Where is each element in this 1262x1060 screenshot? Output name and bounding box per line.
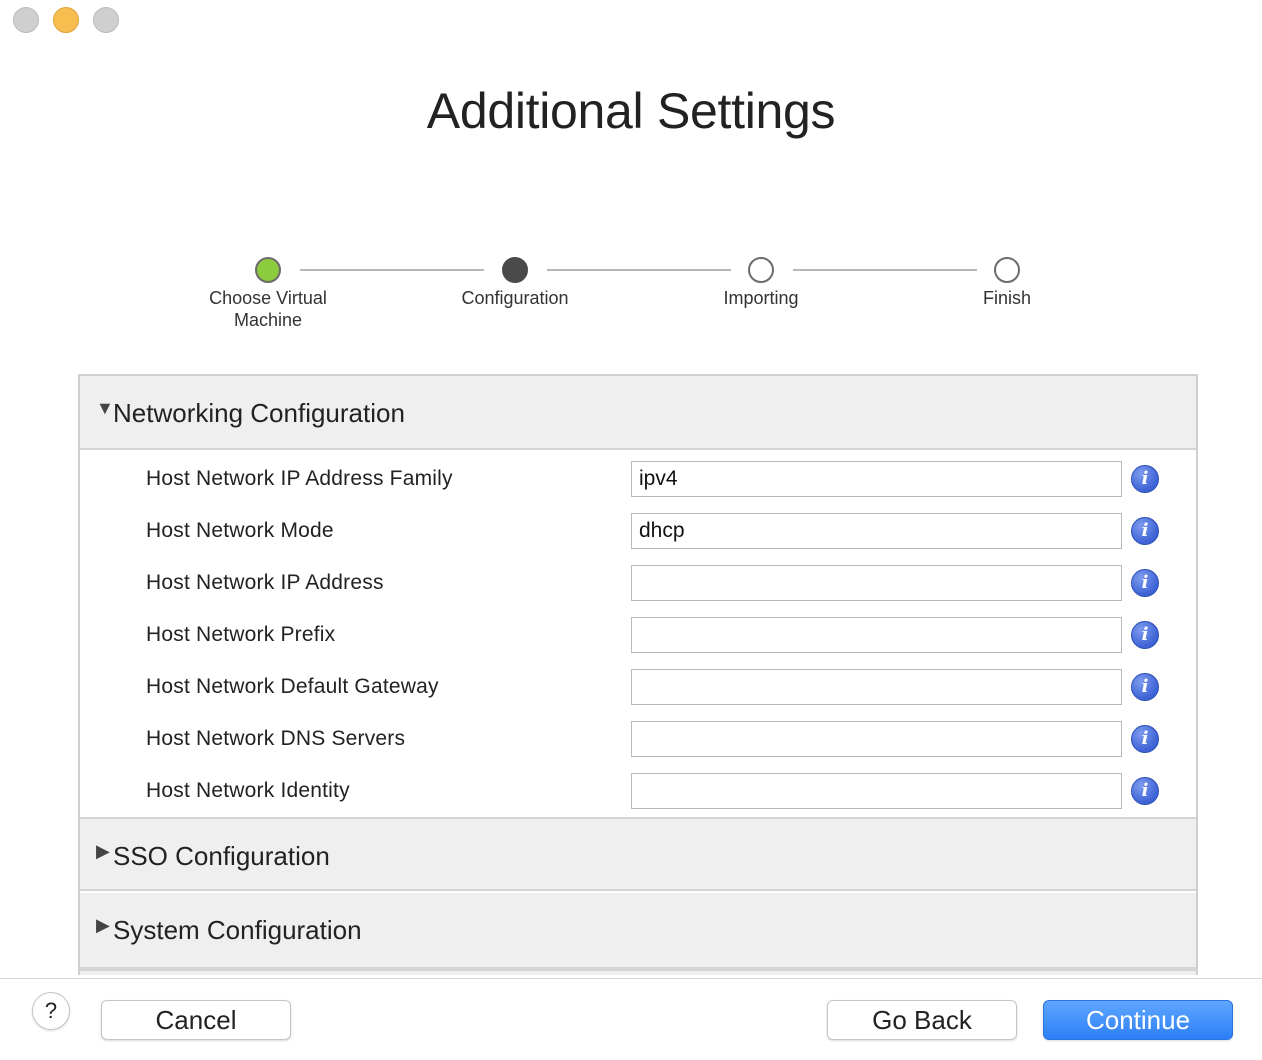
- step-connector: [547, 269, 731, 271]
- section-sso-title: SSO Configuration: [113, 841, 330, 871]
- section-system-title: System Configuration: [113, 915, 362, 945]
- info-icon[interactable]: i: [1131, 569, 1159, 597]
- minimize-window-icon[interactable]: [53, 7, 79, 33]
- info-icon[interactable]: i: [1131, 777, 1159, 805]
- close-window-icon[interactable]: [13, 7, 39, 33]
- step-finish-label: Finish: [982, 288, 1031, 308]
- panel-scroll-edge: [80, 969, 1196, 975]
- field-label: Host Network Prefix: [146, 623, 336, 646]
- section-system-header[interactable]: ▶ System Configuration: [80, 893, 1196, 969]
- step-choose-vm-indicator: [255, 257, 281, 283]
- footer-divider: [0, 978, 1262, 979]
- step-importing-label: Importing: [723, 288, 799, 308]
- step-connector: [793, 269, 977, 271]
- disclosure-collapsed-icon[interactable]: ▶: [96, 841, 110, 862]
- ip-address-field[interactable]: [631, 565, 1122, 601]
- help-icon[interactable]: ?: [32, 992, 70, 1030]
- info-icon[interactable]: i: [1131, 465, 1159, 493]
- identity-field[interactable]: [631, 773, 1122, 809]
- info-icon[interactable]: i: [1131, 725, 1159, 753]
- step-importing-indicator: [748, 257, 774, 283]
- disclosure-collapsed-icon[interactable]: ▶: [96, 915, 110, 936]
- field-label: Host Network IP Address Family: [146, 467, 453, 490]
- field-label: Host Network DNS Servers: [146, 727, 406, 750]
- info-icon[interactable]: i: [1131, 673, 1159, 701]
- step-finish-indicator: [994, 257, 1020, 283]
- step-configuration-indicator: [502, 257, 528, 283]
- prefix-field[interactable]: [631, 617, 1122, 653]
- section-networking-header[interactable]: ▼ Networking Configuration: [80, 376, 1196, 450]
- step-configuration-label: Configuration: [461, 288, 569, 308]
- settings-panel: ▼ Networking Configuration Host Network …: [78, 374, 1198, 975]
- field-label: Host Network Default Gateway: [146, 675, 439, 698]
- network-mode-field[interactable]: [631, 513, 1122, 549]
- zoom-window-icon[interactable]: [93, 7, 119, 33]
- section-networking-title: Networking Configuration: [113, 398, 405, 428]
- dns-servers-field[interactable]: [631, 721, 1122, 757]
- field-label: Host Network IP Address: [146, 571, 384, 594]
- info-icon[interactable]: i: [1131, 621, 1159, 649]
- step-choose-vm-label: Choose Virtual Machine: [209, 288, 327, 330]
- ip-family-field[interactable]: [631, 461, 1122, 497]
- go-back-button[interactable]: Go Back: [827, 1000, 1017, 1040]
- page-title: Additional Settings: [426, 83, 836, 139]
- info-icon[interactable]: i: [1131, 517, 1159, 545]
- gateway-field[interactable]: [631, 669, 1122, 705]
- continue-button[interactable]: Continue: [1043, 1000, 1233, 1040]
- disclosure-expanded-icon[interactable]: ▼: [96, 398, 114, 419]
- step-connector: [300, 269, 484, 271]
- section-sso-header[interactable]: ▶ SSO Configuration: [80, 817, 1196, 891]
- cancel-button[interactable]: Cancel: [101, 1000, 291, 1040]
- field-label: Host Network Mode: [146, 519, 334, 542]
- field-label: Host Network Identity: [146, 779, 350, 802]
